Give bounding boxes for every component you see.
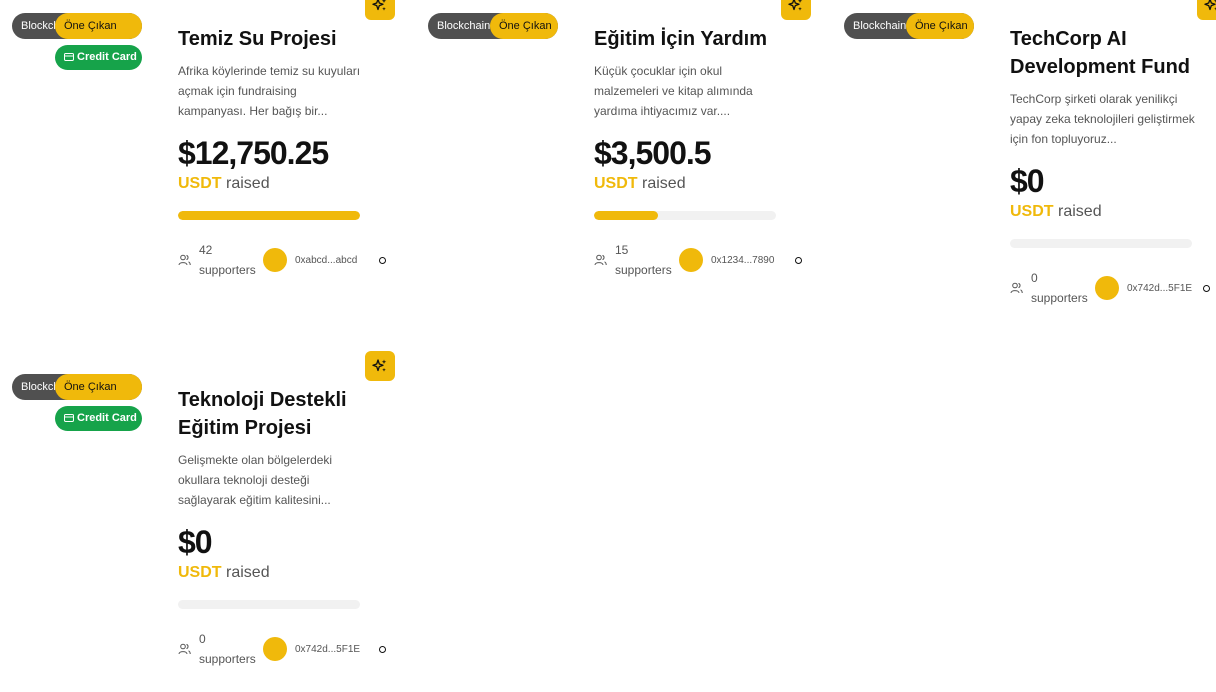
project-description: Küçük çocuklar için okul malzemeleri ve … (594, 64, 753, 118)
progress-bar (178, 600, 360, 609)
raised-label: raised (226, 175, 270, 192)
credit-card-icon (64, 414, 74, 422)
card-footer: 42 supporters 0xabcd...abcd (178, 240, 398, 280)
wallet-address[interactable]: 0xabcd...abcd (295, 255, 373, 266)
credit-card-badge: Credit Card (55, 45, 142, 70)
featured-sparkle-button[interactable] (365, 351, 395, 381)
supporters-label: supporters (1031, 291, 1088, 305)
raised-amount: $0 (178, 524, 213, 560)
wallet-address[interactable]: 0x742d...5F1E (1127, 283, 1197, 294)
supporters-info: 42 supporters (199, 240, 261, 280)
currency-label: USDT (178, 564, 222, 581)
supporters-count: 0 (199, 632, 206, 646)
featured-badge: Öne Çıkan (490, 13, 558, 39)
credit-card-badge-label: Credit Card (77, 412, 137, 424)
featured-sparkle-button[interactable] (781, 0, 811, 20)
supporters-label: supporters (199, 263, 256, 277)
project-description: Gelişmekte olan bölgelerdeki okullara te… (178, 453, 333, 507)
users-icon (178, 254, 192, 266)
status-dot-icon (379, 256, 386, 264)
currency-label: USDT (178, 175, 222, 192)
progress-bar (594, 211, 776, 220)
featured-badge-label: Öne Çıkan (64, 381, 117, 393)
progress-bar (1010, 239, 1192, 248)
featured-badge-label: Öne Çıkan (64, 20, 117, 32)
credit-card-badge-label: Credit Card (77, 51, 137, 63)
supporters-label: supporters (199, 652, 256, 666)
project-card[interactable]: Temiz Su Projesi Afrika köylerinde temiz… (178, 25, 398, 280)
supporters-info: 0 supporters (1031, 268, 1093, 308)
card-footer: 0 supporters 0x742d...5F1E (178, 629, 398, 669)
avatar (263, 637, 287, 661)
progress-bar (178, 211, 360, 220)
raised-label: raised (642, 175, 686, 192)
card-footer: 15 supporters 0x1234...7890 (594, 240, 814, 280)
progress-fill (178, 211, 360, 220)
status-dot-icon (795, 256, 802, 264)
raised-amount: $3,500.5 (594, 135, 712, 171)
raised-label: raised (226, 564, 270, 581)
avatar (263, 248, 287, 272)
project-title[interactable]: TechCorp AI Development Fund (1010, 25, 1192, 81)
currency-label: USDT (594, 175, 638, 192)
featured-badge: Öne Çıkan (55, 374, 142, 400)
featured-badge-label: Öne Çıkan (915, 20, 968, 32)
credit-card-badge: Credit Card (55, 406, 142, 431)
status-dot-icon (379, 645, 386, 653)
supporters-info: 15 supporters (615, 240, 677, 280)
project-card[interactable]: Teknoloji Destekli Eğitim Projesi Gelişm… (178, 386, 398, 669)
blockchain-badge-label: Blockchain (853, 20, 907, 32)
supporters-count: 0 (1031, 271, 1038, 285)
raised-amount: $0 (1010, 163, 1045, 199)
raised-line: USDT raised (594, 173, 814, 195)
status-dot-icon (1203, 284, 1210, 292)
card-footer: 0 supporters 0x742d...5F1E (1010, 268, 1216, 308)
sparkles-icon (372, 0, 387, 11)
raised-amount: $12,750.25 (178, 135, 329, 171)
sparkles-icon (372, 359, 387, 372)
project-card[interactable]: TechCorp AI Development Fund TechCorp şi… (1010, 25, 1216, 308)
users-icon (1010, 282, 1024, 294)
featured-badge: Öne Çıkan (55, 13, 142, 39)
featured-badge-label: Öne Çıkan (499, 20, 552, 32)
sparkles-icon (1204, 0, 1216, 11)
project-title[interactable]: Temiz Su Projesi (178, 25, 398, 53)
users-icon (594, 254, 608, 266)
sparkles-icon (788, 0, 803, 11)
featured-badge: Öne Çıkan (906, 13, 974, 39)
raised-line: USDT raised (178, 562, 398, 584)
wallet-address[interactable]: 0x1234...7890 (711, 255, 789, 266)
raised-label: raised (1058, 203, 1102, 220)
supporters-count: 15 (615, 243, 629, 257)
blockchain-badge-label: Blockchain (437, 20, 491, 32)
project-description: TechCorp şirketi olarak yenilikçi yapay … (1010, 92, 1195, 146)
currency-label: USDT (1010, 203, 1054, 220)
progress-fill (594, 211, 658, 220)
featured-sparkle-button[interactable] (365, 0, 395, 20)
raised-line: USDT raised (1010, 201, 1216, 223)
featured-sparkle-button[interactable] (1197, 0, 1216, 20)
raised-line: USDT raised (178, 173, 398, 195)
supporters-count: 42 (199, 243, 213, 257)
project-title[interactable]: Teknoloji Destekli Eğitim Projesi (178, 386, 360, 442)
project-description: Afrika köylerinde temiz su kuyuları açma… (178, 64, 361, 118)
credit-card-icon (64, 53, 74, 61)
supporters-label: supporters (615, 263, 672, 277)
avatar (679, 248, 703, 272)
users-icon (178, 643, 192, 655)
supporters-info: 0 supporters (199, 629, 261, 669)
project-title[interactable]: Eğitim İçin Yardım (594, 25, 814, 53)
wallet-address[interactable]: 0x742d...5F1E (295, 644, 373, 655)
project-card[interactable]: Eğitim İçin Yardım Küçük çocuklar için o… (594, 25, 814, 280)
avatar (1095, 276, 1119, 300)
